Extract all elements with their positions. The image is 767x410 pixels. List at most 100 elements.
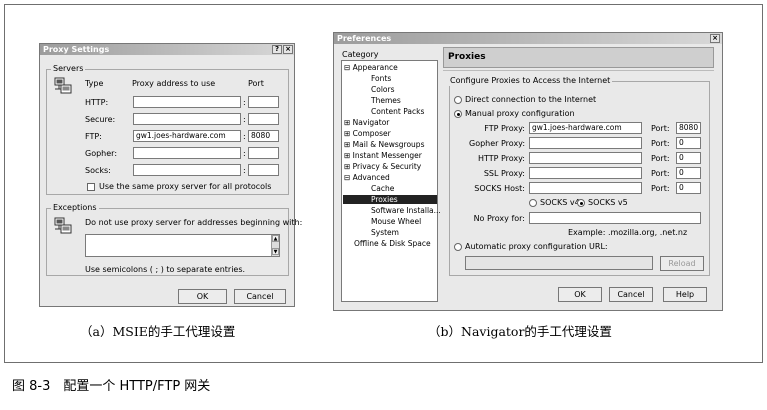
same-proxy-label: Use the same proxy server for all protoc…	[99, 182, 272, 191]
computer-network-icon	[54, 77, 72, 94]
tree-item-appearance[interactable]: ⊟ Appearance	[344, 63, 398, 72]
http-proxy-label: HTTP Proxy:	[477, 154, 525, 163]
gopher-port-field[interactable]: 0	[676, 137, 701, 149]
ftp-proxy-field[interactable]: gw1.joes-hardware.com	[529, 122, 642, 134]
direct-connection-label: Direct connection to the Internet	[465, 95, 597, 104]
ssl-proxy-field[interactable]	[529, 167, 642, 179]
socks-colon: :	[243, 166, 246, 175]
tree-item-software-installation[interactable]: Software Installa...	[371, 206, 441, 215]
proxy-settings-dialog: Proxy Settings ? × Servers Type Proxy ad…	[39, 43, 302, 307]
semicolon-note: Use semicolons ( ; ) to separate entries…	[85, 265, 246, 274]
no-proxy-label: No Proxy for:	[473, 214, 525, 223]
configure-proxies-label: Configure Proxies to Access the Internet	[448, 76, 613, 86]
http-port-field[interactable]	[248, 96, 279, 108]
http-colon: :	[243, 98, 246, 107]
secure-label: Secure:	[85, 115, 116, 124]
socks-host-label: SOCKS Host:	[474, 184, 525, 193]
same-proxy-checkbox[interactable]	[87, 183, 95, 191]
tree-item-mouse-wheel[interactable]: Mouse Wheel	[371, 217, 421, 226]
help-button[interactable]: ?	[272, 45, 282, 54]
col-type-header: Type	[85, 79, 104, 88]
auto-proxy-radio[interactable]	[454, 243, 462, 251]
socks-port-label: Port:	[651, 184, 670, 193]
auto-proxy-url-field[interactable]	[465, 256, 653, 270]
socks-v5-label: SOCKS v5	[588, 198, 628, 207]
preferences-title: Preferences	[337, 34, 392, 43]
scroll-down-icon[interactable]: ▼	[272, 248, 279, 255]
preferences-titlebar: Preferences ×	[334, 33, 722, 44]
close-button[interactable]: ×	[283, 45, 293, 54]
tree-item-mail-newsgroups[interactable]: ⊞ Mail & Newsgroups	[344, 140, 424, 149]
ftp-label: FTP:	[85, 132, 102, 141]
tree-item-colors[interactable]: Colors	[371, 85, 395, 94]
http-address-field[interactable]	[133, 96, 241, 108]
tree-item-navigator[interactable]: ⊞ Navigator	[344, 118, 389, 127]
gopher-proxy-field[interactable]	[529, 137, 642, 149]
gopher-address-field[interactable]	[133, 147, 241, 159]
manual-proxy-radio[interactable]	[454, 110, 462, 118]
http-proxy-field[interactable]	[529, 152, 642, 164]
servers-group-label: Servers	[51, 64, 86, 74]
figure-caption: 图 8-3 配置一个 HTTP/FTP 网关	[12, 379, 211, 394]
col-address-header: Proxy address to use	[132, 79, 216, 88]
tree-item-system[interactable]: System	[371, 228, 399, 237]
gopher-proxy-label: Gopher Proxy:	[469, 139, 526, 148]
cancel-button[interactable]: Cancel	[234, 289, 286, 304]
socks-v5-radio[interactable]	[577, 199, 585, 207]
exceptions-computer-icon	[54, 217, 72, 234]
scroll-up-icon[interactable]: ▲	[272, 235, 279, 242]
tree-item-content-packs[interactable]: Content Packs	[371, 107, 424, 116]
ssl-port-field[interactable]: 0	[676, 167, 701, 179]
pane-separator	[443, 70, 714, 71]
tree-item-fonts[interactable]: Fonts	[371, 74, 391, 83]
tree-item-composer[interactable]: ⊞ Composer	[344, 129, 391, 138]
tree-item-cache[interactable]: Cache	[371, 184, 394, 193]
preferences-close-button[interactable]: ×	[710, 34, 720, 43]
ssl-proxy-label: SSL Proxy:	[483, 169, 525, 178]
tree-item-instant-messenger[interactable]: ⊞ Instant Messenger	[344, 151, 422, 160]
tree-item-advanced[interactable]: ⊟ Advanced	[344, 173, 390, 182]
gopher-port-field[interactable]	[248, 147, 279, 159]
auto-proxy-label: Automatic proxy configuration URL:	[465, 242, 608, 251]
ok-button[interactable]: OK	[178, 289, 227, 304]
exceptions-scrollbar[interactable]: ▲ ▼	[271, 235, 279, 256]
exceptions-label: Do not use proxy server for addresses be…	[85, 218, 303, 227]
tree-item-offline-disk-space[interactable]: Offline & Disk Space	[354, 239, 431, 248]
direct-connection-radio[interactable]	[454, 96, 462, 104]
caption-a: （a）MSIE的手工代理设置	[80, 324, 236, 339]
preferences-help-button[interactable]: Help	[663, 287, 707, 302]
preferences-cancel-button[interactable]: Cancel	[609, 287, 653, 302]
col-port-header: Port	[248, 79, 264, 88]
reload-button[interactable]: Reload	[660, 256, 704, 271]
preferences-ok-button[interactable]: OK	[558, 287, 602, 302]
no-proxy-example: Example: .mozilla.org, .net.nz	[568, 228, 688, 237]
no-proxy-field[interactable]	[529, 212, 701, 224]
socks-host-field[interactable]	[529, 182, 642, 194]
proxies-pane-title: Proxies	[443, 47, 714, 68]
caption-b: （b）Navigator的手工代理设置	[428, 324, 612, 339]
socks-port-field[interactable]: 0	[676, 182, 701, 194]
proxy-settings-titlebar: Proxy Settings ? ×	[40, 44, 294, 55]
socks-label: Socks:	[85, 166, 111, 175]
socks-v4-radio[interactable]	[529, 199, 537, 207]
exceptions-group-label: Exceptions	[51, 203, 99, 213]
http-port-field[interactable]: 0	[676, 152, 701, 164]
gopher-colon: :	[243, 149, 246, 158]
socks-address-field[interactable]	[133, 164, 241, 176]
secure-address-field[interactable]	[133, 113, 241, 125]
ssl-port-label: Port:	[651, 169, 670, 178]
ftp-address-field[interactable]: gw1.joes-hardware.com	[133, 130, 241, 142]
dialog-title: Proxy Settings	[43, 45, 110, 54]
tree-item-privacy-security[interactable]: ⊞ Privacy & Security	[344, 162, 421, 171]
secure-port-field[interactable]	[248, 113, 279, 125]
exceptions-textarea[interactable]	[85, 234, 280, 257]
ftp-proxy-label: FTP Proxy:	[484, 124, 525, 133]
tree-item-proxies[interactable]: Proxies	[343, 195, 437, 204]
manual-proxy-label: Manual proxy configuration	[465, 109, 575, 118]
ftp-port-field[interactable]: 8080	[248, 130, 279, 142]
socks-port-field[interactable]	[248, 164, 279, 176]
ftp-port-field[interactable]: 8080	[676, 122, 701, 134]
tree-item-themes[interactable]: Themes	[371, 96, 401, 105]
category-label: Category	[342, 50, 379, 59]
ftp-colon: :	[243, 132, 246, 141]
